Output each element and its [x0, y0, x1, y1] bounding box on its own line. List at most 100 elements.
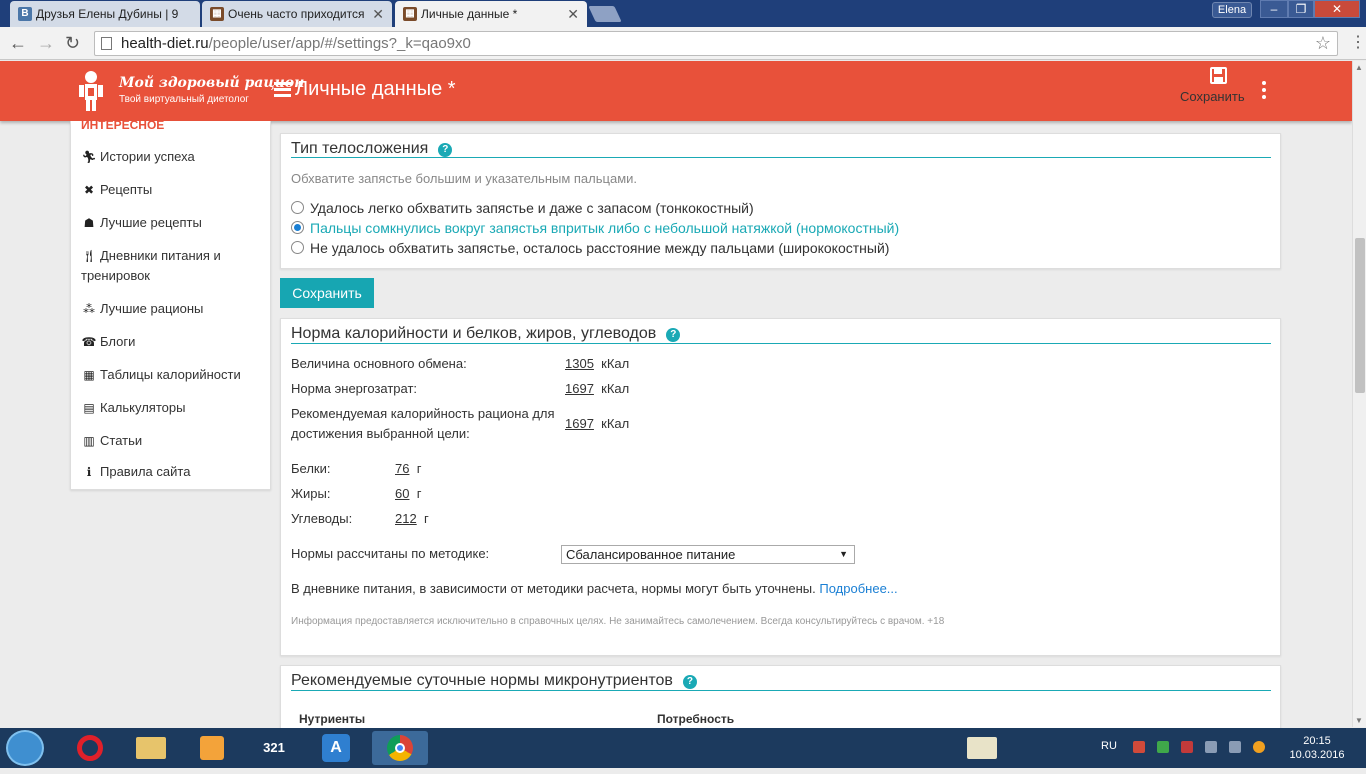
- browser-tab-active[interactable]: ▦ Личные данные * ✕: [395, 1, 587, 28]
- method-select[interactable]: Сбалансированное питание ▼: [561, 545, 855, 564]
- url-input[interactable]: health-diet.ru/people/user/app/#/setting…: [94, 31, 1338, 56]
- app-a-icon[interactable]: A: [312, 731, 360, 765]
- new-tab-button[interactable]: [588, 6, 622, 22]
- url-host: health-diet.ru: [121, 35, 209, 52]
- browser-tab[interactable]: В Друзья Елены Дубины | 9: [10, 1, 200, 27]
- calorie-norms-title-text: Норма калорийности и белков, жиров, угле…: [291, 325, 657, 342]
- minimize-button[interactable]: –: [1260, 0, 1288, 18]
- method-label: Нормы рассчитаны по методике:: [291, 546, 490, 561]
- micronutrients-title-text: Рекомендуемые суточные нормы микронутрие…: [291, 672, 673, 689]
- hamburger-menu-icon[interactable]: [274, 82, 291, 98]
- page-scrollbar[interactable]: ▲ ▼: [1352, 61, 1366, 727]
- page-icon: [101, 37, 112, 50]
- scroll-thumb[interactable]: [1355, 238, 1365, 393]
- sidebar-item-label: Таблицы калорийности: [100, 367, 241, 382]
- profile-button[interactable]: Elena: [1212, 2, 1252, 18]
- close-window-button[interactable]: ✕: [1314, 0, 1360, 18]
- browser-menu-icon[interactable]: ⋮: [1350, 33, 1366, 53]
- tray-check-icon[interactable]: [1157, 741, 1169, 753]
- header-save-button[interactable]: Сохранить: [1180, 65, 1256, 115]
- sidebar-item-success-stories[interactable]: 🏃︎ Истории успеха: [81, 147, 266, 167]
- sidebar-item-label: Лучшие рецепты: [100, 215, 202, 230]
- windows-start-button[interactable]: [6, 730, 44, 766]
- help-icon[interactable]: ?: [438, 143, 453, 157]
- more-options-icon[interactable]: [1262, 81, 1270, 101]
- option-label: Удалось легко обхватить запястье и даже …: [310, 200, 754, 216]
- logo-subtitle: Твой виртуальный диетолог: [119, 94, 249, 105]
- option-label: Не удалось обхватить запястье, осталось …: [310, 240, 890, 256]
- recommended-label-line1: Рекомендуемая калорийность рациона для: [291, 406, 555, 421]
- reload-icon[interactable]: ↻: [65, 33, 80, 53]
- maximize-button[interactable]: ❐: [1288, 0, 1314, 18]
- logo-figure-icon: [79, 71, 103, 111]
- tray-flag-icon[interactable]: [1133, 741, 1145, 753]
- help-icon[interactable]: ?: [682, 675, 697, 689]
- clock-date: 10.03.2016: [1289, 749, 1345, 761]
- recommended-value[interactable]: 1697: [565, 416, 594, 431]
- os-taskbar: 321 A RU 20:15 10.03.2016: [0, 728, 1366, 768]
- help-icon[interactable]: ?: [666, 328, 681, 342]
- divider: [291, 690, 1271, 691]
- body-type-option-thin[interactable]: Удалось легко обхватить запястье и даже …: [291, 198, 754, 218]
- save-button[interactable]: Сохранить: [280, 278, 374, 308]
- file-explorer-icon[interactable]: [127, 731, 175, 765]
- more-link[interactable]: Подробнее...: [819, 581, 897, 596]
- opera-icon[interactable]: [66, 731, 114, 765]
- sidebar-item-rules[interactable]: ℹ Правила сайта: [81, 462, 266, 482]
- scroll-down-icon[interactable]: ▼: [1355, 716, 1363, 725]
- browser-tab[interactable]: ▦ Очень часто приходится ✕: [202, 1, 392, 27]
- bookmark-star-icon[interactable]: ☆: [1315, 32, 1331, 55]
- divider: [291, 157, 1271, 158]
- body-type-option-normal[interactable]: Пальцы сомкнулись вокруг запястья вприты…: [291, 218, 899, 238]
- column-header-need: Потребность: [657, 712, 735, 726]
- disclaimer: Информация предоставляется исключительно…: [291, 616, 945, 627]
- radio-button-selected[interactable]: [291, 221, 304, 234]
- back-icon[interactable]: ←: [9, 33, 27, 53]
- language-indicator[interactable]: RU: [1101, 740, 1117, 752]
- sidebar-item-label: Калькуляторы: [100, 400, 186, 415]
- body-type-panel: Тип телосложения? Обхватите запястье бол…: [280, 133, 1281, 269]
- radio-button[interactable]: [291, 201, 304, 214]
- radio-button[interactable]: [291, 241, 304, 254]
- gram-unit: г: [416, 486, 422, 501]
- sidebar-item-label: Лучшие рационы: [100, 301, 204, 316]
- sidebar-item-calorie-tables[interactable]: ▦ Таблицы калорийности: [81, 365, 266, 385]
- sidebar-item-calculators[interactable]: ▤ Калькуляторы: [81, 398, 266, 418]
- energy-value[interactable]: 1697: [565, 381, 594, 396]
- tray-app-icon[interactable]: [1253, 741, 1265, 753]
- sidebar-item-best-recipes[interactable]: ☗ Лучшие рецепты: [81, 213, 266, 233]
- sidebar-item-blogs[interactable]: ☎ Блоги: [81, 332, 266, 352]
- bmr-value[interactable]: 1305: [565, 356, 594, 371]
- forward-icon[interactable]: →: [37, 33, 55, 53]
- scroll-up-icon[interactable]: ▲: [1355, 63, 1363, 72]
- calendar-icon[interactable]: 321: [250, 731, 298, 765]
- sidebar-item-diaries[interactable]: 🍴︎ Дневники питания и тренировок: [81, 246, 266, 286]
- gram-unit: г: [423, 511, 429, 526]
- chrome-icon[interactable]: [372, 731, 428, 765]
- kcal-unit: кКал: [601, 416, 630, 431]
- carbs-value[interactable]: 212: [395, 511, 417, 526]
- media-player-icon[interactable]: [188, 731, 236, 765]
- article-icon: ▥: [83, 434, 95, 448]
- cube-icon: ▦: [210, 7, 224, 21]
- protein-value[interactable]: 76: [395, 461, 409, 476]
- body-type-option-wide[interactable]: Не удалось обхватить запястье, осталось …: [291, 238, 889, 258]
- gram-unit: г: [416, 461, 422, 476]
- sidebar-item-best-rations[interactable]: ⁂ Лучшие рационы: [81, 299, 266, 319]
- sidebar-item-articles[interactable]: ▥ Статьи: [81, 431, 266, 451]
- sidebar-item-label: Истории успеха: [100, 149, 195, 164]
- fork-knife-icon: 🍴︎: [81, 249, 97, 263]
- close-tab-icon[interactable]: ✕: [567, 1, 579, 27]
- clock[interactable]: 20:15 10.03.2016: [1284, 734, 1350, 762]
- tray-network-icon[interactable]: [1181, 741, 1193, 753]
- divider: [291, 343, 1271, 344]
- fat-value[interactable]: 60: [395, 486, 409, 501]
- tray-device-icon[interactable]: [1205, 741, 1217, 753]
- sidebar-item-recipes[interactable]: ✖ Рецепты: [81, 180, 266, 200]
- calorie-norms-panel: Норма калорийности и белков, жиров, угле…: [280, 318, 1281, 656]
- close-tab-icon[interactable]: ✕: [372, 1, 384, 27]
- rations-icon: ⁂: [83, 302, 95, 316]
- pen-tablet-icon[interactable]: [958, 731, 1006, 765]
- bmr-label: Величина основного обмена:: [291, 356, 467, 371]
- volume-icon[interactable]: [1229, 741, 1241, 753]
